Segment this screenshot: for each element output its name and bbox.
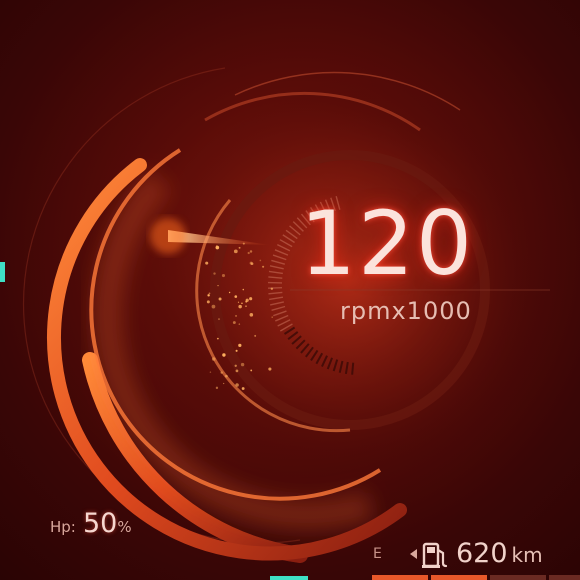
- spark: [235, 315, 237, 317]
- spark: [211, 357, 216, 361]
- spark: [240, 362, 245, 367]
- spark: [221, 273, 226, 278]
- spark: [249, 261, 253, 265]
- spark: [233, 249, 238, 254]
- fuel-segment: [372, 575, 428, 580]
- speed-value: 120: [300, 192, 474, 295]
- spark: [225, 374, 228, 378]
- bottom-indicator: [270, 576, 308, 580]
- spark: [234, 295, 238, 298]
- spark: [249, 313, 254, 317]
- spark: [270, 287, 274, 290]
- fuel-segment: [431, 575, 487, 580]
- spark: [216, 244, 218, 247]
- spark: [207, 294, 210, 297]
- spark: [216, 337, 219, 340]
- spark: [238, 323, 241, 325]
- spark: [220, 371, 223, 374]
- range-readout: 620 km: [456, 538, 543, 569]
- spark: [249, 250, 253, 253]
- spark: [218, 297, 222, 301]
- spark: [245, 298, 249, 302]
- fuel-pump-icon: [422, 542, 448, 568]
- fuel-side-arrow-icon: [410, 549, 417, 559]
- spark: [262, 265, 265, 268]
- hp-value: 50: [82, 508, 118, 539]
- fuel-empty-label: E: [373, 546, 382, 562]
- speed-unit: rpmx1000: [340, 297, 472, 325]
- spark: [235, 349, 238, 352]
- spark: [237, 301, 240, 303]
- spark: [241, 302, 243, 304]
- spark: [217, 318, 221, 321]
- fuel-segment: [549, 575, 580, 580]
- spark: [254, 334, 257, 337]
- spark: [249, 297, 253, 301]
- spark: [205, 261, 209, 265]
- spark: [268, 367, 272, 371]
- spark: [223, 382, 225, 385]
- spark: [215, 386, 219, 390]
- spark: [241, 387, 245, 390]
- spark: [242, 242, 245, 245]
- spark: [238, 304, 242, 309]
- spark: [250, 369, 253, 372]
- fuel-segment: [490, 575, 546, 580]
- spark: [247, 251, 250, 255]
- spark: [235, 383, 239, 387]
- spark: [209, 371, 212, 373]
- tick-mark: [351, 362, 355, 375]
- spark: [242, 288, 245, 291]
- spark: [206, 300, 210, 304]
- spark: [217, 284, 219, 287]
- spark: [208, 292, 211, 295]
- spark: [234, 364, 237, 367]
- spark: [235, 369, 239, 373]
- spark: [245, 305, 247, 307]
- spark: [215, 245, 220, 250]
- spark: [271, 316, 273, 318]
- spark: [238, 246, 241, 249]
- spark: [232, 321, 236, 325]
- spark: [259, 259, 262, 262]
- spark: [213, 272, 216, 275]
- hp-readout: Hp: 50%: [50, 508, 132, 542]
- fuel-level-bar: [372, 575, 580, 580]
- hp-label: Hp:: [50, 518, 76, 536]
- range-value: 620: [456, 538, 508, 569]
- hp-unit: %: [117, 518, 132, 536]
- spark: [228, 291, 231, 294]
- spark: [222, 353, 226, 357]
- left-indicator: [0, 262, 5, 282]
- spark: [211, 304, 216, 309]
- range-unit: km: [511, 543, 543, 567]
- spark: [238, 343, 242, 348]
